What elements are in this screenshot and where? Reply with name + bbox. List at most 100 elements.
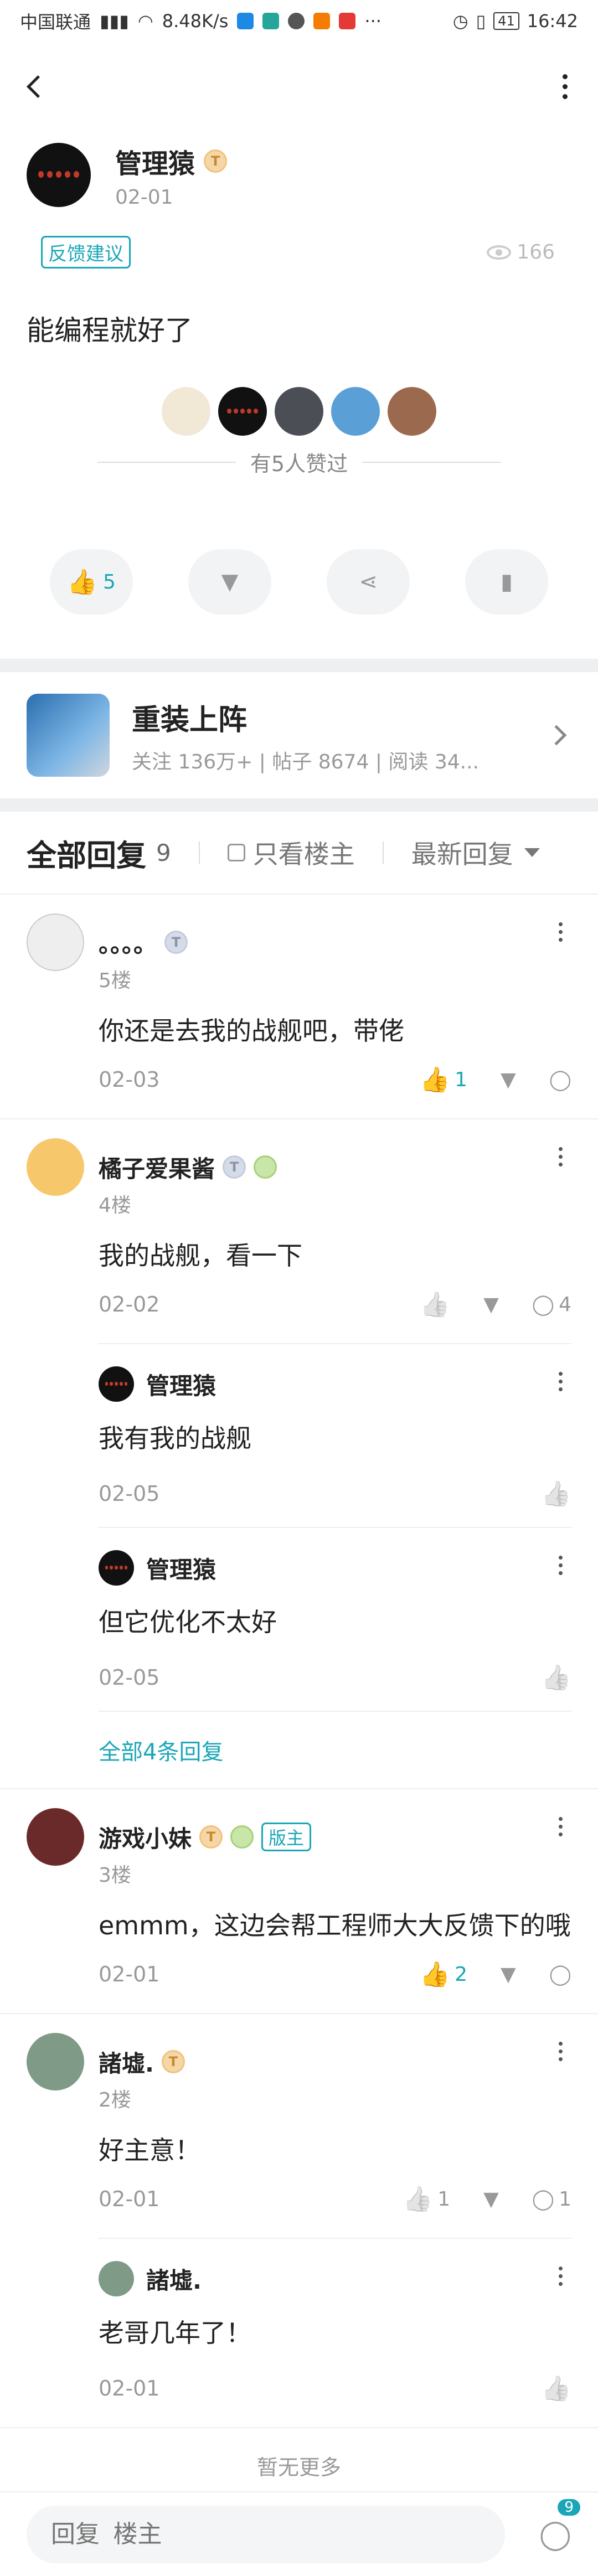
dislike-button[interactable]: ▼: [483, 1293, 499, 1316]
likers-avatars[interactable]: [0, 387, 598, 436]
comment-icon: ◯: [532, 1293, 555, 1316]
sub-reply-more-icon[interactable]: [549, 1556, 571, 1575]
level-badge-icon: T: [223, 1155, 246, 1179]
medal-icon: [230, 1825, 254, 1849]
avatar[interactable]: [27, 143, 91, 207]
liker-avatar[interactable]: [218, 387, 267, 436]
moderator-badge: 版主: [261, 1823, 312, 1851]
forum-image: [27, 694, 110, 777]
avatar[interactable]: [27, 913, 84, 971]
avatar[interactable]: [27, 2033, 84, 2090]
only-op-label: 只看楼主: [252, 839, 355, 869]
thumbs-down-icon: ▼: [483, 2187, 499, 2211]
thumbs-up-icon: 👍: [420, 1290, 451, 1319]
top-bar: [0, 42, 598, 131]
author-name[interactable]: 管理猿: [115, 142, 195, 180]
liker-avatar[interactable]: [388, 387, 436, 436]
floor-number: 5楼: [99, 969, 131, 992]
like-button[interactable]: 👍 1: [403, 2185, 450, 2213]
thumbs-up-icon: 👍: [420, 1960, 451, 1989]
dislike-button[interactable]: ▼: [188, 549, 271, 615]
commenter-name[interactable]: 諸墟.: [146, 2262, 202, 2296]
commenter-name[interactable]: 游戏小妹: [99, 1820, 192, 1854]
liker-avatar[interactable]: [275, 387, 323, 436]
wifi-icon: ◠: [137, 11, 153, 32]
replies-header: 全部回复 9 只看楼主 最新回复: [0, 812, 598, 895]
sort-dropdown[interactable]: 最新回复: [411, 834, 540, 871]
more-notifications-icon: ···: [364, 11, 382, 32]
liked-count-text[interactable]: 有5人赞过: [250, 447, 348, 477]
avatar[interactable]: [27, 1138, 84, 1196]
like-count: 2: [455, 1963, 468, 1986]
dislike-button[interactable]: ▼: [501, 1963, 516, 1986]
forum-card[interactable]: 重装上阵 关注 136万+ | 帖子 8674 | 阅读 34...: [0, 672, 598, 798]
thumbs-down-icon: ▼: [221, 569, 239, 595]
sub-reply-date: 02-05: [99, 1481, 160, 1506]
share-button[interactable]: ⋖: [327, 549, 410, 615]
avatar[interactable]: [27, 1808, 84, 1866]
level-badge-icon: T: [199, 1825, 223, 1849]
sub-reply-more-icon[interactable]: [549, 1372, 571, 1391]
comment-more-icon[interactable]: [549, 922, 571, 942]
sub-reply-date: 02-01: [99, 2376, 160, 2401]
reply-button[interactable]: ◯ 1: [532, 2188, 571, 2211]
commenter-name[interactable]: 。。。。: [99, 926, 157, 959]
comment-icon: ◯: [532, 2187, 555, 2211]
reply-button[interactable]: ◯ 4: [532, 1293, 571, 1316]
avatar[interactable]: [99, 2261, 134, 2296]
like-button[interactable]: 👍 5: [50, 549, 133, 615]
like-button[interactable]: 👍 2: [420, 1960, 467, 1989]
commenter-name[interactable]: 管理猿: [146, 1367, 216, 1401]
level-badge-icon: T: [164, 931, 188, 954]
commenter-name[interactable]: 諸墟.: [99, 2045, 154, 2079]
bookmark-button[interactable]: ▮: [465, 549, 548, 615]
like-button[interactable]: 👍: [541, 1663, 571, 1692]
comment-text: 好主意！: [99, 2135, 200, 2165]
reply-input[interactable]: [27, 2505, 505, 2563]
reply-button[interactable]: ◯: [549, 1963, 571, 1986]
like-button[interactable]: 👍: [541, 2374, 571, 2403]
category-tag[interactable]: 反馈建议: [41, 236, 131, 269]
sub-reply-text: 但它优化不太好: [99, 1607, 277, 1637]
like-button[interactable]: 👍: [420, 1290, 450, 1319]
floor-number: 4楼: [99, 1194, 131, 1217]
comment-item: 。。。。 T 5楼 你还是去我的战舰吧，带佬 02-03 👍 1 ▼ ◯: [0, 895, 598, 1118]
comment-text: 你还是去我的战舰吧，带佬: [99, 1016, 404, 1046]
like-button[interactable]: 👍: [541, 1479, 571, 1508]
like-button[interactable]: 👍 1: [420, 1065, 467, 1094]
commenter-name[interactable]: 橘子爱果酱: [99, 1150, 215, 1184]
sub-reply: 管理猿 但它优化不太好 02-05 👍: [99, 1527, 571, 1711]
share-icon: ⋖: [359, 569, 378, 595]
comment-item: 橘子爱果酱 T 4楼 我的战舰，看一下 02-02 👍 ▼ ◯ 4 管理猿 我有我的…: [0, 1119, 598, 1788]
comment-icon: ◯: [549, 1963, 571, 1986]
thumbs-down-icon: ▼: [483, 1293, 499, 1316]
comment-more-icon[interactable]: [549, 1817, 571, 1836]
sub-reply-more-icon[interactable]: [549, 2267, 571, 2286]
dislike-button[interactable]: ▼: [483, 2188, 499, 2211]
chevron-right-icon: [546, 725, 567, 746]
comment-more-icon[interactable]: [549, 1147, 571, 1166]
reply-button[interactable]: ◯: [549, 1068, 571, 1091]
liker-avatar[interactable]: [331, 387, 380, 436]
only-op-toggle[interactable]: 只看楼主: [227, 834, 355, 871]
news-icon: [339, 13, 356, 29]
comment-more-icon[interactable]: [549, 2042, 571, 2061]
comments-button[interactable]: ◯ 9: [505, 2498, 580, 2551]
view-all-replies-link[interactable]: 全部4条回复: [99, 1711, 571, 1766]
thumbs-down-icon: ▼: [501, 1068, 516, 1091]
floor-number: 3楼: [99, 1864, 131, 1887]
sub-reply: 管理猿 我有我的战舰 02-05 👍: [99, 1343, 571, 1527]
more-menu-icon[interactable]: [554, 74, 576, 99]
checkbox-icon[interactable]: [227, 844, 245, 861]
back-icon[interactable]: [22, 73, 49, 100]
commenter-name[interactable]: 管理猿: [146, 1551, 216, 1585]
clock: 16:42: [527, 11, 578, 32]
liker-avatar[interactable]: [162, 387, 210, 436]
avatar[interactable]: [99, 1366, 134, 1402]
comment-date: 02-01: [99, 2187, 160, 2211]
post-content: 能编程就好了: [27, 314, 193, 347]
eye-icon: [487, 245, 512, 260]
status-bar: 中国联通 ▮▮▮ ◠ 8.48K/s ··· ◷ ▯ 41 16:42: [0, 0, 598, 42]
avatar[interactable]: [99, 1550, 134, 1586]
dislike-button[interactable]: ▼: [501, 1068, 516, 1091]
